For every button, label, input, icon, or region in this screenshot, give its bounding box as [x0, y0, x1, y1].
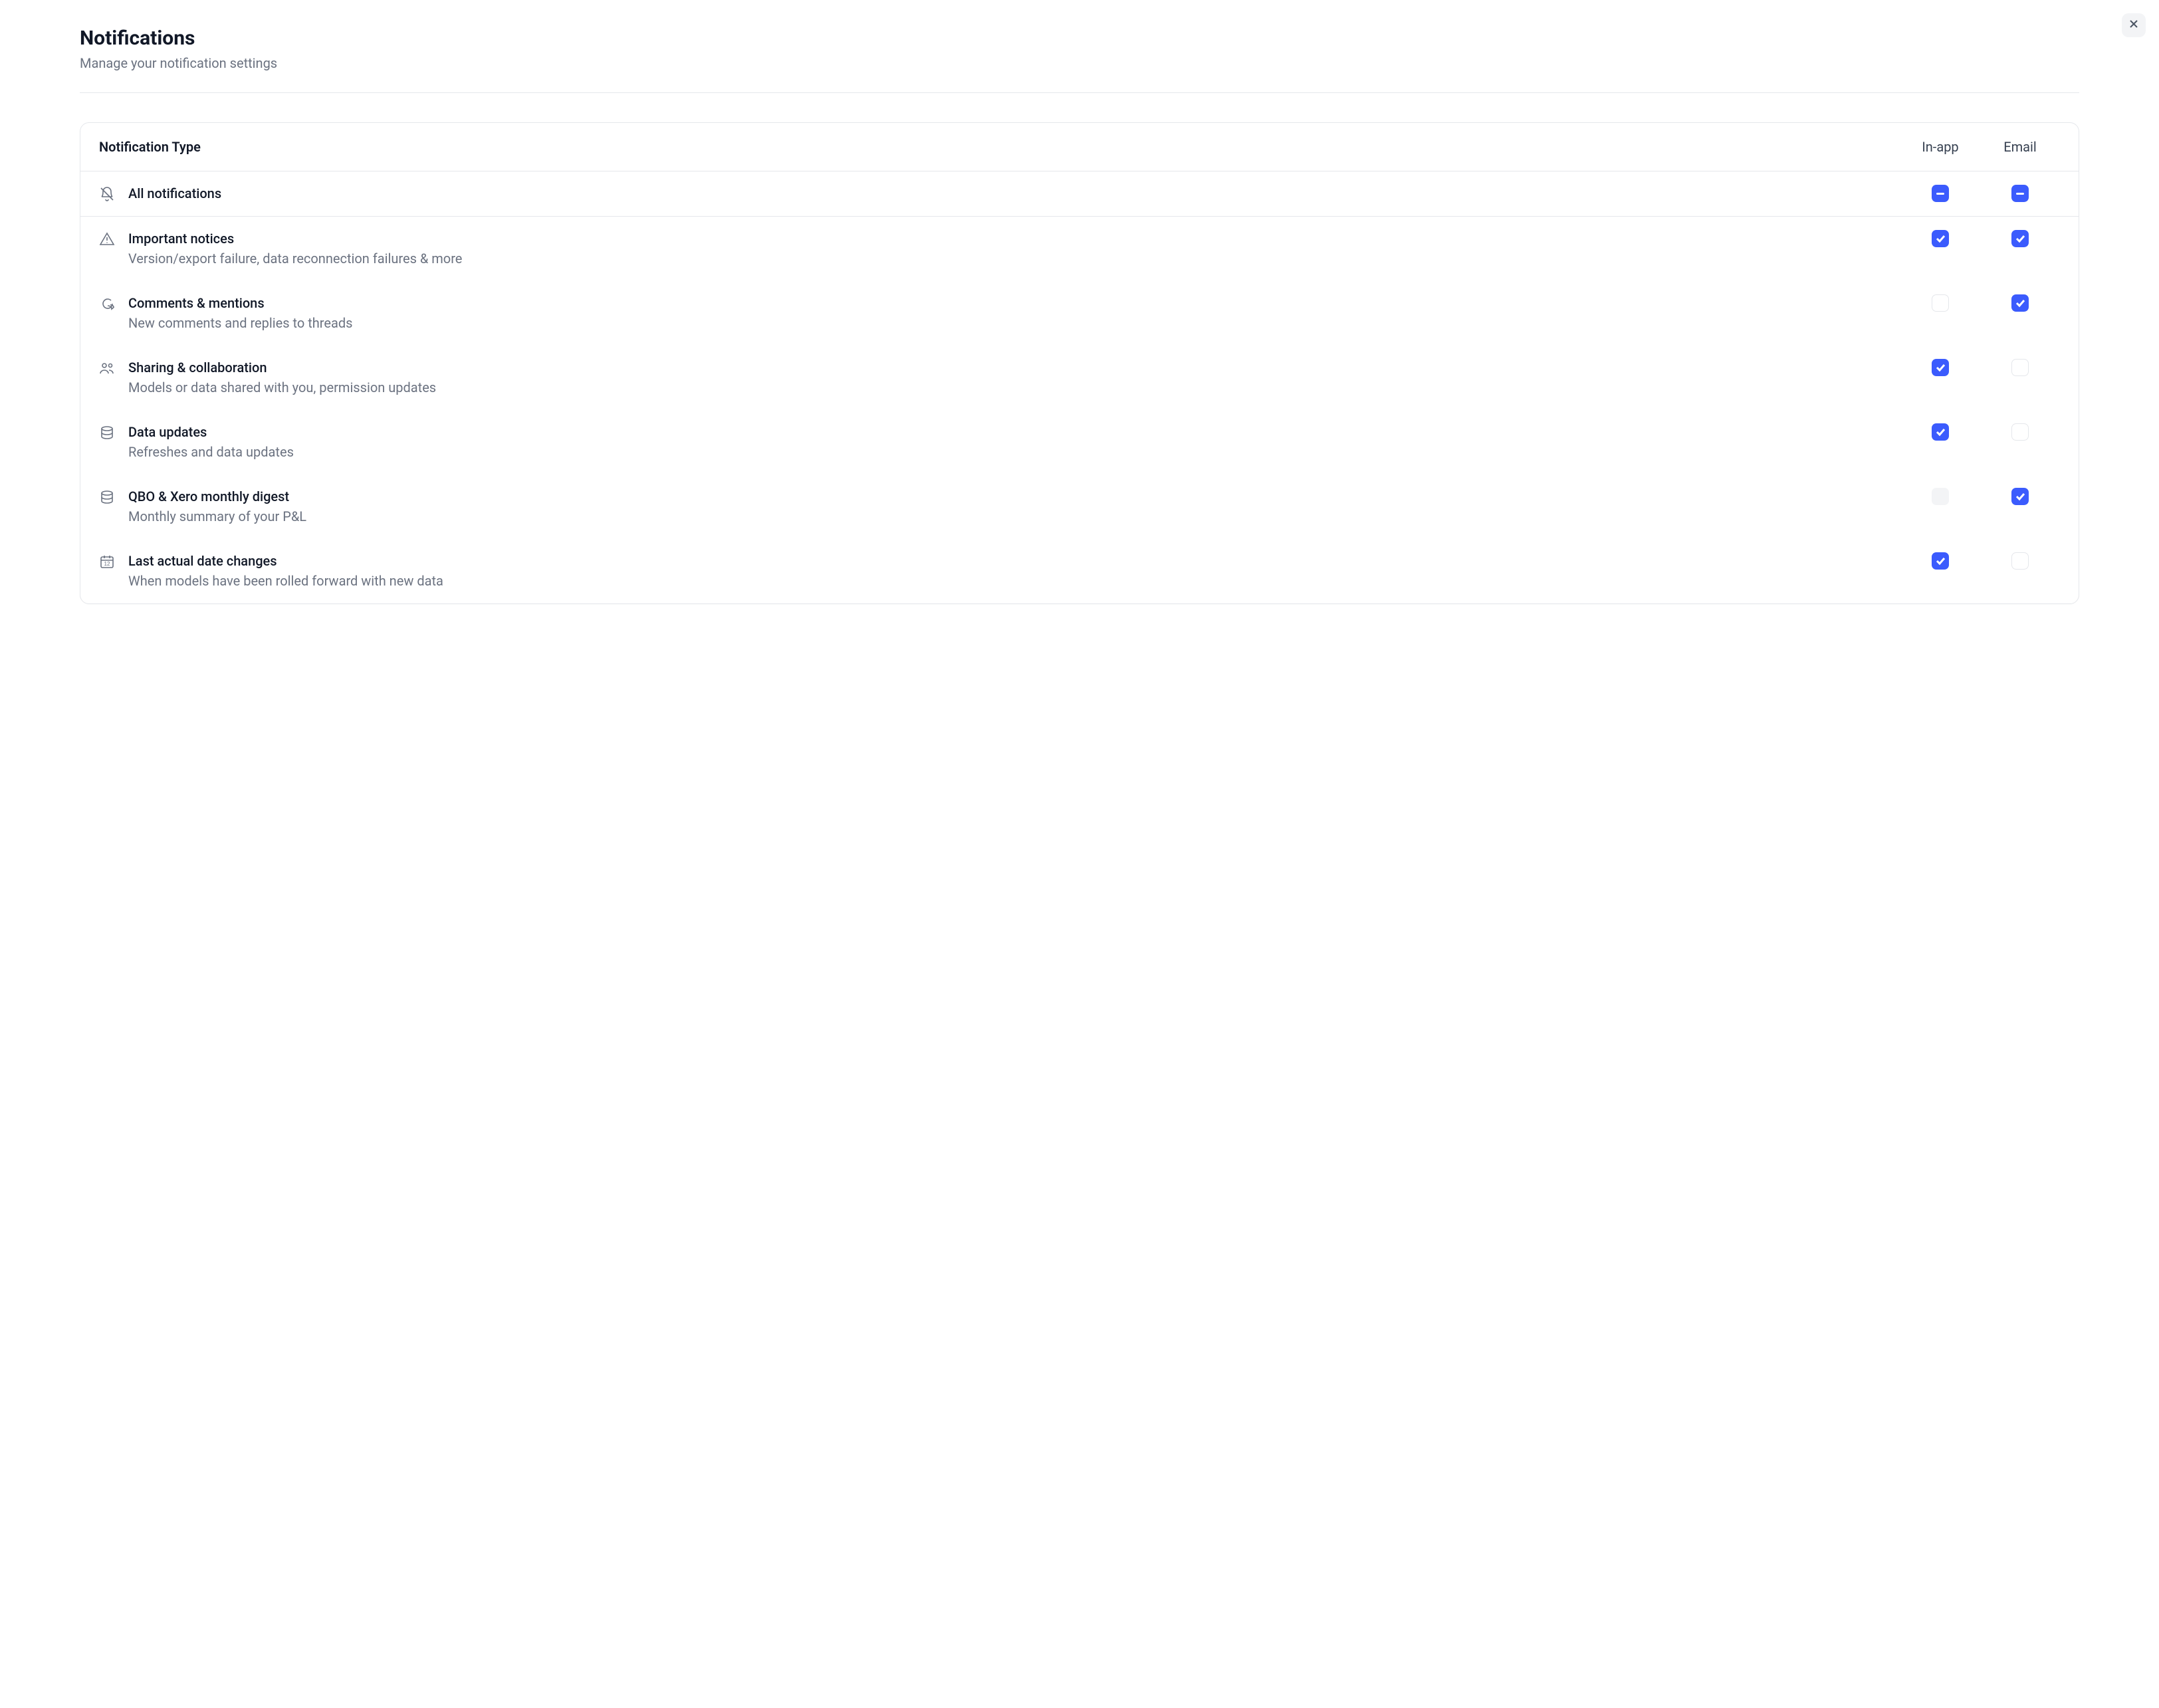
warning-icon [99, 231, 115, 247]
inapp-checkbox[interactable] [1932, 230, 1949, 247]
inapp-checkbox[interactable] [1932, 423, 1949, 441]
table-row: Sharing & collaborationModels or data sh… [80, 346, 2079, 410]
row-texts: Important noticesVersion/export failure,… [128, 230, 1900, 268]
row-description: When models have been rolled forward wit… [128, 572, 1900, 590]
row-texts: QBO & Xero monthly digestMonthly summary… [128, 488, 1900, 526]
table-row: Comments & mentions New comments and repl… [80, 281, 2079, 346]
row-description: Monthly summary of your P&L [128, 507, 1900, 526]
email-checkbox[interactable] [2011, 359, 2029, 376]
database-icon [99, 425, 115, 441]
inapp-checkbox[interactable] [1932, 359, 1949, 376]
table-header: Notification Type In-app Email [80, 123, 2079, 171]
inapp-checkbox[interactable] [1932, 185, 1949, 202]
comments-icon [99, 296, 115, 312]
row-texts: Last actual date changes When models have… [128, 552, 1900, 590]
table-row: Important noticesVersion/export failure,… [80, 217, 2079, 281]
row-title: Sharing & collaboration [128, 359, 1900, 377]
column-header-inapp: In-app [1900, 139, 1980, 155]
notifications-card: Notification Type In-app Email All notif… [80, 122, 2079, 604]
close-icon [2128, 18, 2140, 33]
table-row: Data updates Refreshes and data updates [80, 410, 2079, 475]
email-checkbox[interactable] [2011, 294, 2029, 312]
row-description: Refreshes and data updates [128, 443, 1900, 461]
page-subtitle: Manage your notification settings [80, 55, 2079, 71]
row-title: All notifications [128, 185, 1900, 203]
row-texts: Comments & mentions New comments and repl… [128, 294, 1900, 332]
row-title: Last actual date changes [128, 552, 1900, 570]
divider [80, 92, 2079, 93]
row-title: Comments & mentions [128, 294, 1900, 312]
inapp-checkbox[interactable] [1932, 294, 1949, 312]
row-texts: All notifications [128, 185, 1900, 203]
inapp-checkbox[interactable] [1932, 552, 1949, 570]
rows-container: All notifications Important noticesVersio… [80, 171, 2079, 603]
column-header-email: Email [1980, 139, 2060, 155]
page-title: Notifications [80, 27, 2079, 50]
bell-off-icon [99, 186, 115, 202]
email-checkbox[interactable] [2011, 423, 2029, 441]
row-title: Important notices [128, 230, 1900, 248]
row-texts: Sharing & collaborationModels or data sh… [128, 359, 1900, 397]
calendar-icon [99, 554, 115, 570]
email-checkbox[interactable] [2011, 230, 2029, 247]
table-row: All notifications [80, 171, 2079, 217]
email-checkbox[interactable] [2011, 488, 2029, 505]
inapp-checkbox [1932, 488, 1949, 505]
row-title: Data updates [128, 423, 1900, 441]
close-button[interactable] [2122, 13, 2146, 37]
column-header-type: Notification Type [99, 139, 1900, 155]
users-icon [99, 360, 115, 376]
row-description: New comments and replies to threads [128, 314, 1900, 332]
table-row: Last actual date changes When models have… [80, 539, 2079, 603]
row-description: Version/export failure, data reconnectio… [128, 249, 1900, 268]
row-description: Models or data shared with you, permissi… [128, 378, 1900, 397]
email-checkbox[interactable] [2011, 552, 2029, 570]
email-checkbox[interactable] [2011, 185, 2029, 202]
table-row: QBO & Xero monthly digestMonthly summary… [80, 475, 2079, 539]
database-icon [99, 489, 115, 505]
row-title: QBO & Xero monthly digest [128, 488, 1900, 506]
row-texts: Data updates Refreshes and data updates [128, 423, 1900, 461]
